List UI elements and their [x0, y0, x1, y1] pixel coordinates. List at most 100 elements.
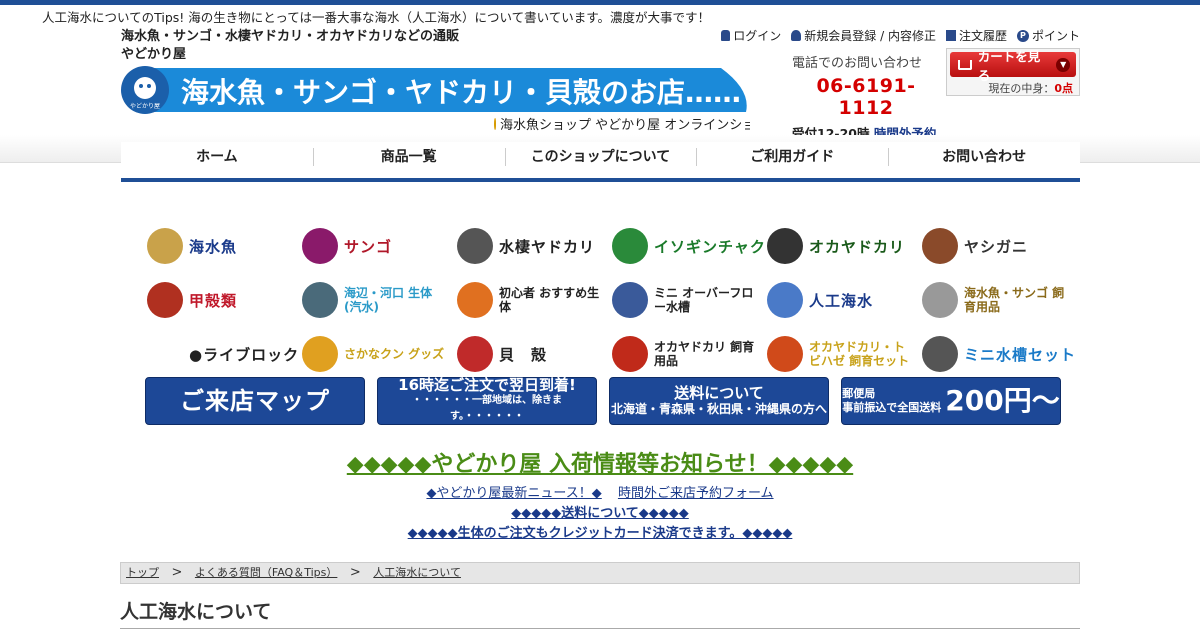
shipping-regions: 北海道・青森県・秋田県・沖縄県の方へ [610, 402, 827, 416]
post-office-sub: 事前振込で全国送料 [842, 401, 942, 414]
nav-guide[interactable]: ご利用ガイド [696, 142, 888, 178]
nav-home[interactable]: ホーム [121, 142, 313, 178]
page-tagline: 人工海水についてのTips! 海の生き物にとっては一番大事な海水（人工海水）につ… [42, 10, 711, 25]
news-section: ◆◆◆◆◆やどかり屋 入荷情報等お知らせ！◆◆◆◆◆ ◆やどかり屋最新ニュース！… [0, 446, 1200, 541]
nav-products[interactable]: 商品一覧 [312, 142, 505, 178]
category-label: 初心者 おすすめ生体 [499, 286, 600, 314]
register-link[interactable]: 新規会員登録 / 内容修正 [791, 27, 936, 44]
chevron-down-icon: ▼ [1056, 57, 1071, 72]
next-day-note: ・・・・・・一部地域は、除きます。・・・・・・ [412, 395, 562, 422]
document-icon [945, 30, 956, 41]
points-link[interactable]: P ポイント [1016, 27, 1080, 44]
category-link[interactable]: ヤシガニ [914, 219, 1069, 273]
breadcrumb-faq[interactable]: よくある質問（FAQ＆Tips） [195, 566, 337, 579]
category-label: ミニ水槽セット [964, 345, 1077, 364]
category-label: 海水魚・サンゴ 飼育用品 [964, 286, 1065, 314]
cart-count: 現在の中身：0点 [947, 77, 1079, 96]
category-link[interactable]: 初心者 おすすめ生体 [449, 273, 604, 327]
news-headline-link[interactable]: ◆◆◆◆◆やどかり屋 入荷情報等お知らせ！◆◆◆◆◆ [0, 446, 1200, 478]
shipping-title: 送料について [674, 384, 764, 402]
fish-icon [494, 117, 496, 130]
cart-count-value: 0点 [1054, 82, 1073, 95]
category-link[interactable]: 海水魚・サンゴ 飼育用品 [914, 273, 1069, 327]
phone-contact: 電話でのお問い合わせ 06-6191-1112 受付12-20時 時間外予約 [792, 52, 940, 142]
credit-card-notice-link[interactable]: ◆◆◆◆◆生体のご注文もクレジットカード決済できます。◆◆◆◆◆ [0, 522, 1200, 541]
category-label: 貝 殻 [499, 345, 548, 364]
view-cart-button[interactable]: カートを見る ▼ [950, 49, 1076, 83]
category-link[interactable]: イソギンチャク [604, 219, 765, 273]
user-icon [791, 30, 802, 41]
login-link[interactable]: ログイン [721, 27, 781, 44]
category-thumbnail-icon [922, 336, 958, 372]
category-link[interactable]: さかなクン グッズ [294, 327, 449, 381]
category-thumbnail-icon [457, 282, 493, 318]
post-office-text: 郵便局 事前振込で全国送料 [842, 387, 941, 415]
category-thumbnail-icon [302, 336, 338, 372]
order-history-link[interactable]: 注文履歴 [945, 27, 1007, 44]
lock-icon [721, 30, 731, 41]
next-day-title: 16時迄ご注文で翌日到着! [398, 376, 576, 394]
shipping-info-banner[interactable]: 送料について 北海道・青森県・秋田県・沖縄県の方へ [609, 377, 829, 425]
order-history-label: 注文履歴 [958, 29, 1007, 43]
category-link[interactable]: ●ライブロック [139, 327, 298, 381]
nav-about[interactable]: このショップについて [504, 142, 697, 178]
category-link[interactable]: オカヤドカリ 飼育用品 [604, 327, 759, 381]
page-title: 人工海水について [120, 601, 272, 623]
latest-news-link[interactable]: ◆やどかり屋最新ニュース！◆ [426, 486, 601, 501]
category-link[interactable]: オカヤドカリ・トビハゼ 飼育セット [759, 327, 914, 381]
category-thumbnail-icon [457, 336, 493, 372]
category-label: オカヤドカリ [809, 237, 906, 256]
category-label: オカヤドカリ・トビハゼ 飼育セット [809, 340, 910, 368]
category-thumbnail-icon [922, 282, 958, 318]
category-label: イソギンチャク [654, 237, 766, 256]
shop-description-line2: やどかり屋 [121, 47, 187, 62]
shop-description-line1: 海水魚・サンゴ・水棲ヤドカリ・オカヤドカリなどの通販 [121, 29, 460, 44]
category-link[interactable]: 貝 殻 [449, 327, 604, 381]
category-link[interactable]: 人工海水 [759, 273, 914, 327]
category-link[interactable]: ミニ オーバーフロー水槽 [604, 273, 759, 327]
store-map-banner[interactable]: ご来店マップ [145, 377, 365, 425]
category-label: 甲殻類 [189, 291, 238, 310]
next-day-delivery-banner[interactable]: 16時迄ご注文で翌日到着! ・・・・・・一部地域は、除きます。・・・・・・ [377, 377, 597, 425]
shop-description: 海水魚・サンゴ・水棲ヤドカリ・オカヤドカリなどの通販 やどかり屋 [121, 28, 459, 64]
category-link[interactable]: 海辺・河口 生体(汽水) [294, 273, 449, 327]
register-label: 新規会員登録 / 内容修正 [804, 29, 936, 43]
category-grid: 海水魚 サンゴ 水棲ヤドカリ イソギンチャク オカヤドカリ ヤシガニ甲殻類 海辺・河口 生体… [139, 219, 1075, 381]
category-link[interactable]: 水棲ヤドカリ [449, 219, 604, 273]
shipping-notice-link[interactable]: ◆◆◆◆◆送料について◆◆◆◆◆ [0, 502, 1200, 521]
phone-number[interactable]: 06-6191-1112 [792, 75, 940, 119]
category-link[interactable]: サンゴ [294, 219, 449, 273]
category-thumbnail-icon [767, 336, 803, 372]
category-label: 水棲ヤドカリ [499, 237, 596, 256]
category-thumbnail-icon [302, 228, 338, 264]
login-label: ログイン [733, 29, 782, 43]
category-link[interactable]: 甲殻類 [139, 273, 294, 327]
category-label: ミニ オーバーフロー水槽 [654, 286, 754, 314]
points-icon: P [1016, 29, 1029, 42]
account-links: ログイン 新規会員登録 / 内容修正 注文履歴 P ポイント [721, 27, 1080, 44]
breadcrumb-top[interactable]: トップ [126, 566, 159, 579]
category-thumbnail-icon [612, 336, 648, 372]
post-office-banner[interactable]: 郵便局 事前振込で全国送料 200円〜 [841, 377, 1061, 425]
banner-row: ご来店マップ 16時迄ご注文で翌日到着! ・・・・・・一部地域は、除きます。・・… [145, 377, 1061, 425]
category-thumbnail-icon [147, 228, 183, 264]
breadcrumb: トップ > よくある質問（FAQ＆Tips） > 人工海水について [120, 562, 1080, 584]
post-office-label: 郵便局 [842, 387, 876, 400]
category-link[interactable]: 海水魚 [139, 219, 294, 273]
reservation-form-link[interactable]: 時間外ご来店予約フォーム [618, 486, 774, 501]
breadcrumb-current[interactable]: 人工海水について [373, 566, 461, 579]
category-link[interactable]: オカヤドカリ [759, 219, 914, 273]
category-thumbnail-icon [612, 228, 648, 264]
shop-subtitle: 海水魚ショップ やどかり屋 オンラインショップ [494, 114, 750, 133]
category-link[interactable]: ミニ水槽セット [914, 327, 1075, 381]
nav-contact[interactable]: お問い合わせ [888, 142, 1080, 178]
category-thumbnail-icon [147, 282, 183, 318]
breadcrumb-separator: > [349, 565, 361, 580]
category-thumbnail-icon [302, 282, 338, 318]
cart-widget: カートを見る ▼ 現在の中身：0点 [946, 48, 1080, 96]
cart-count-label: 現在の中身： [988, 82, 1055, 95]
title-divider [120, 628, 1080, 629]
shop-logo[interactable]: やどかり屋 海水魚・サンゴ・ヤドカリ・貝殻のお店…… [121, 66, 751, 114]
category-label: さかなクン グッズ [344, 347, 445, 361]
category-label: ヤシガニ [964, 237, 1029, 256]
